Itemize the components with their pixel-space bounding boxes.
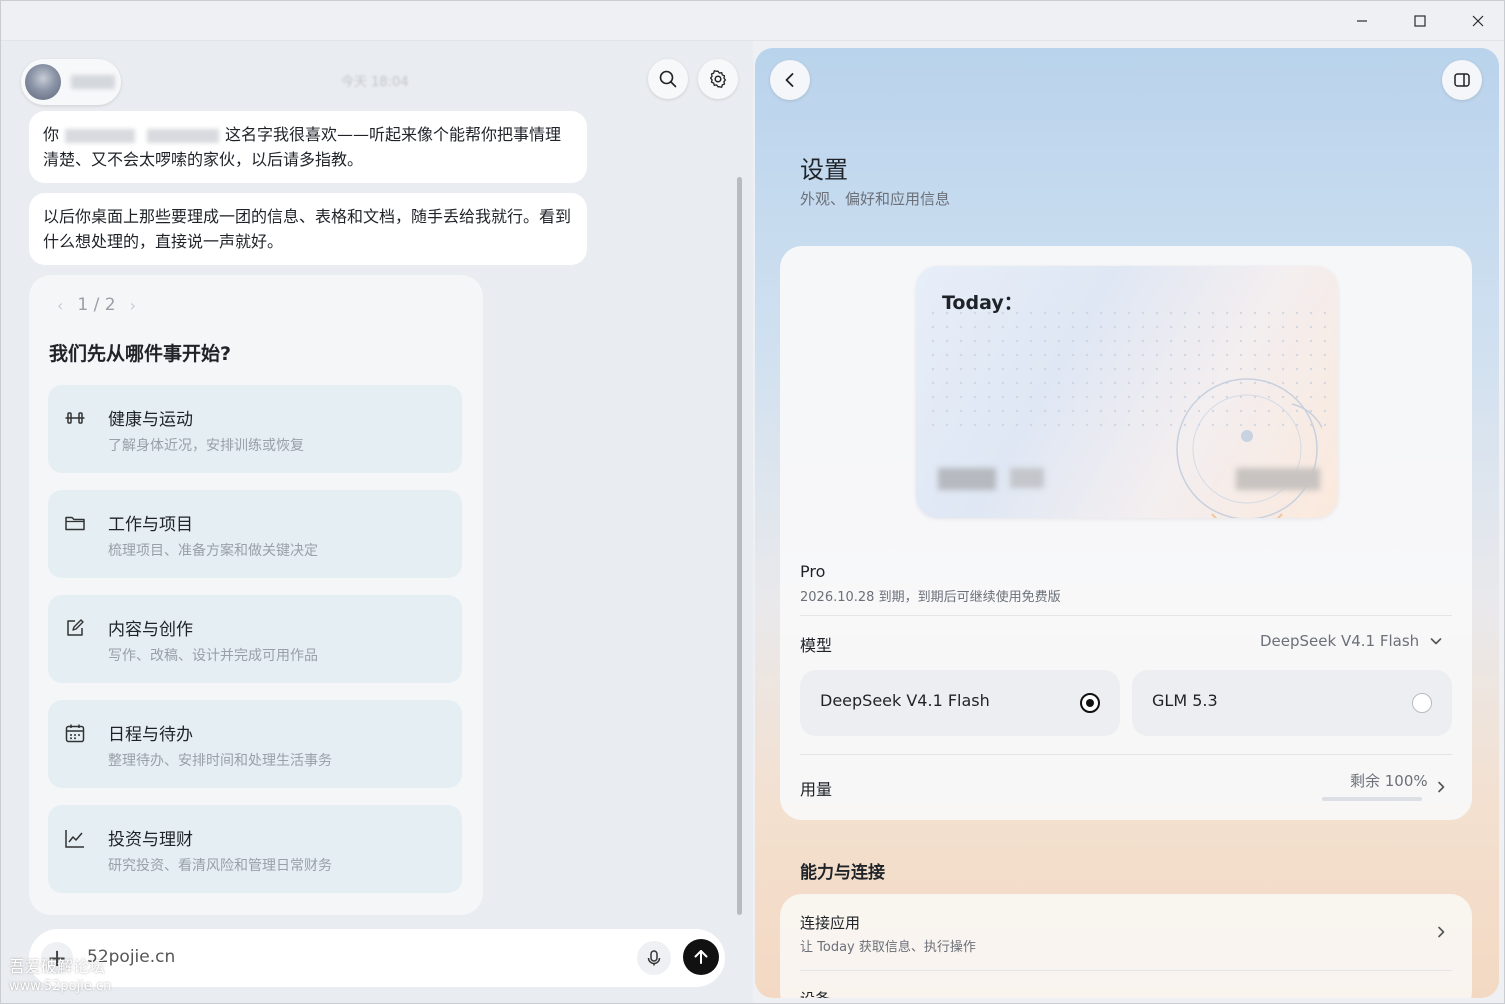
- message-text-start: 你: [43, 125, 60, 144]
- model-option-glm[interactable]: GLM 5.3: [1132, 670, 1452, 736]
- usage-bar: [1322, 797, 1422, 801]
- chat-scrollbar[interactable]: [737, 177, 742, 915]
- plan-expiry: 2026.10.28 到期，到期后可继续使用免费版: [800, 590, 1061, 605]
- redacted-text: [938, 468, 996, 490]
- option-content[interactable]: 内容与创作 写作、改稿、设计并完成可用作品: [48, 595, 462, 683]
- avatar: [25, 64, 61, 100]
- option-title: 日程与待办: [108, 725, 193, 745]
- option-work[interactable]: 工作与项目 梳理项目、准备方案和做关键决定: [48, 490, 462, 578]
- next-page-button[interactable]: ›: [130, 296, 136, 315]
- devices-item[interactable]: 设备: [800, 988, 830, 998]
- model-select[interactable]: DeepSeek V4.1 Flash: [1260, 632, 1443, 650]
- option-title: 健康与运动: [108, 410, 193, 430]
- connect-apps-subtitle: 让 Today 获取信息、执行操作: [800, 940, 976, 955]
- gear-icon: [709, 70, 727, 88]
- page-indicator: 1 / 2: [77, 295, 116, 315]
- option-subtitle: 了解身体近况，安排训练或恢复: [108, 438, 304, 454]
- model-option-label: GLM 5.3: [1152, 691, 1218, 710]
- title-bar: [1, 1, 1504, 41]
- chevron-right-icon[interactable]: [1434, 780, 1448, 794]
- watermark-line: www.52pojie.cn: [9, 979, 112, 994]
- minimize-icon: [1357, 20, 1367, 22]
- message-input-bar: + 52pojie.cn: [29, 929, 725, 987]
- chevron-down-icon: [1430, 638, 1442, 645]
- message-text: 以后你桌面上那些要理成一团的信息、表格和文档，随手丢给我就行。看到什么想处理的，…: [43, 207, 572, 251]
- close-button[interactable]: [1449, 1, 1504, 41]
- folder-icon: [65, 516, 85, 531]
- message-timestamp: 今天 18:04: [341, 75, 409, 90]
- voice-button[interactable]: [637, 941, 671, 975]
- arrow-up-icon: [694, 950, 708, 964]
- option-title: 内容与创作: [108, 620, 193, 640]
- settings-button[interactable]: [698, 59, 738, 99]
- usage-value: 剩余 100%: [1350, 772, 1428, 790]
- usage-label: 用量: [800, 780, 833, 799]
- card-label: Today：: [942, 292, 1023, 314]
- back-button[interactable]: [770, 60, 810, 100]
- card-title: 我们先从哪件事开始?: [49, 343, 232, 365]
- redacted-text: [65, 128, 136, 143]
- option-subtitle: 梳理项目、准备方案和做关键决定: [108, 543, 318, 559]
- membership-card: Today：: [916, 266, 1338, 518]
- option-subtitle: 写作、改稿、设计并完成可用作品: [108, 648, 318, 664]
- profile-chip[interactable]: [21, 59, 121, 105]
- dumbbell-icon: [65, 412, 85, 424]
- option-finance[interactable]: 投资与理财 研究投资、看清风险和管理日常财务: [48, 805, 462, 893]
- model-label: 模型: [800, 636, 833, 655]
- option-title: 工作与项目: [108, 515, 193, 535]
- settings-pane: 设置 外观、偏好和应用信息 Today： Pro 2026.10.28 到期，到…: [755, 48, 1499, 998]
- close-icon: [1472, 15, 1484, 27]
- model-option-label: DeepSeek V4.1 Flash: [820, 691, 990, 710]
- chat-pane: 今天 18:04 你这名字我很喜欢——听起来像个能帮你把事情理清楚、又不会太啰嗦…: [1, 41, 753, 1003]
- watermark: 吾爱破解论坛 www.52pojie.cn: [9, 957, 111, 997]
- microphone-icon: [647, 950, 661, 966]
- account-panel: Today： Pro 2026.10.28 到期，到期后可继续使用免费版 模型 …: [780, 246, 1472, 820]
- watermark-line: 吾爱破解论坛: [9, 957, 106, 976]
- chat-message: 以后你桌面上那些要理成一团的信息、表格和文档，随手丢给我就行。看到什么想处理的，…: [29, 193, 587, 265]
- redacted-username: [71, 75, 115, 89]
- maximize-icon: [1414, 15, 1426, 27]
- model-option-deepseek[interactable]: DeepSeek V4.1 Flash: [800, 670, 1120, 736]
- minimize-button[interactable]: [1333, 1, 1391, 41]
- edit-icon: [67, 619, 84, 636]
- chevron-left-icon: [785, 73, 794, 87]
- card-stamp-icon: [1176, 378, 1322, 518]
- divider: [800, 754, 1452, 755]
- section-title: 能力与连接: [800, 863, 885, 883]
- option-title: 投资与理财: [108, 830, 193, 850]
- page-subtitle: 外观、偏好和应用信息: [800, 190, 951, 208]
- chat-message: 你这名字我很喜欢——听起来像个能帮你把事情理清楚、又不会太啰嗦的家伙，以后请多指…: [29, 111, 587, 183]
- capabilities-panel: 连接应用 让 Today 获取信息、执行操作 设备: [780, 894, 1472, 998]
- option-subtitle: 整理待办、安排时间和处理生活事务: [108, 753, 332, 769]
- app-window: 今天 18:04 你这名字我很喜欢——听起来像个能帮你把事情理清楚、又不会太啰嗦…: [0, 0, 1505, 1004]
- redacted-text: [1236, 468, 1320, 490]
- calendar-icon: [65, 724, 85, 743]
- redacted-text: [1010, 468, 1044, 488]
- model-select-value: DeepSeek V4.1 Flash: [1260, 632, 1420, 650]
- radio-selected[interactable]: [1080, 693, 1100, 713]
- divider: [800, 615, 1452, 616]
- option-schedule[interactable]: 日程与待办 整理待办、安排时间和处理生活事务: [48, 700, 462, 788]
- chevron-right-icon[interactable]: [1434, 925, 1448, 939]
- prev-page-button[interactable]: ‹: [57, 296, 63, 315]
- option-subtitle: 研究投资、看清风险和管理日常财务: [108, 858, 332, 874]
- suggestion-card: ‹ 1 / 2 › 我们先从哪件事开始? 健康与运动 了解身体近况，安排训练或恢…: [29, 275, 483, 915]
- toggle-sidebar-button[interactable]: [1442, 60, 1482, 100]
- redacted-text: [147, 128, 220, 143]
- sidebar-icon: [1454, 73, 1470, 87]
- radio-unselected[interactable]: [1412, 693, 1432, 713]
- divider: [800, 970, 1452, 971]
- option-health[interactable]: 健康与运动 了解身体近况，安排训练或恢复: [48, 385, 462, 473]
- plan-name: Pro: [800, 562, 826, 581]
- send-button[interactable]: [683, 939, 719, 975]
- pager: ‹ 1 / 2 ›: [57, 295, 136, 315]
- search-button[interactable]: [648, 59, 688, 99]
- search-icon: [659, 70, 677, 88]
- chart-trend-icon: [65, 830, 84, 848]
- connect-apps-title[interactable]: 连接应用: [800, 912, 860, 933]
- maximize-button[interactable]: [1391, 1, 1449, 41]
- page-title: 设置: [800, 156, 848, 184]
